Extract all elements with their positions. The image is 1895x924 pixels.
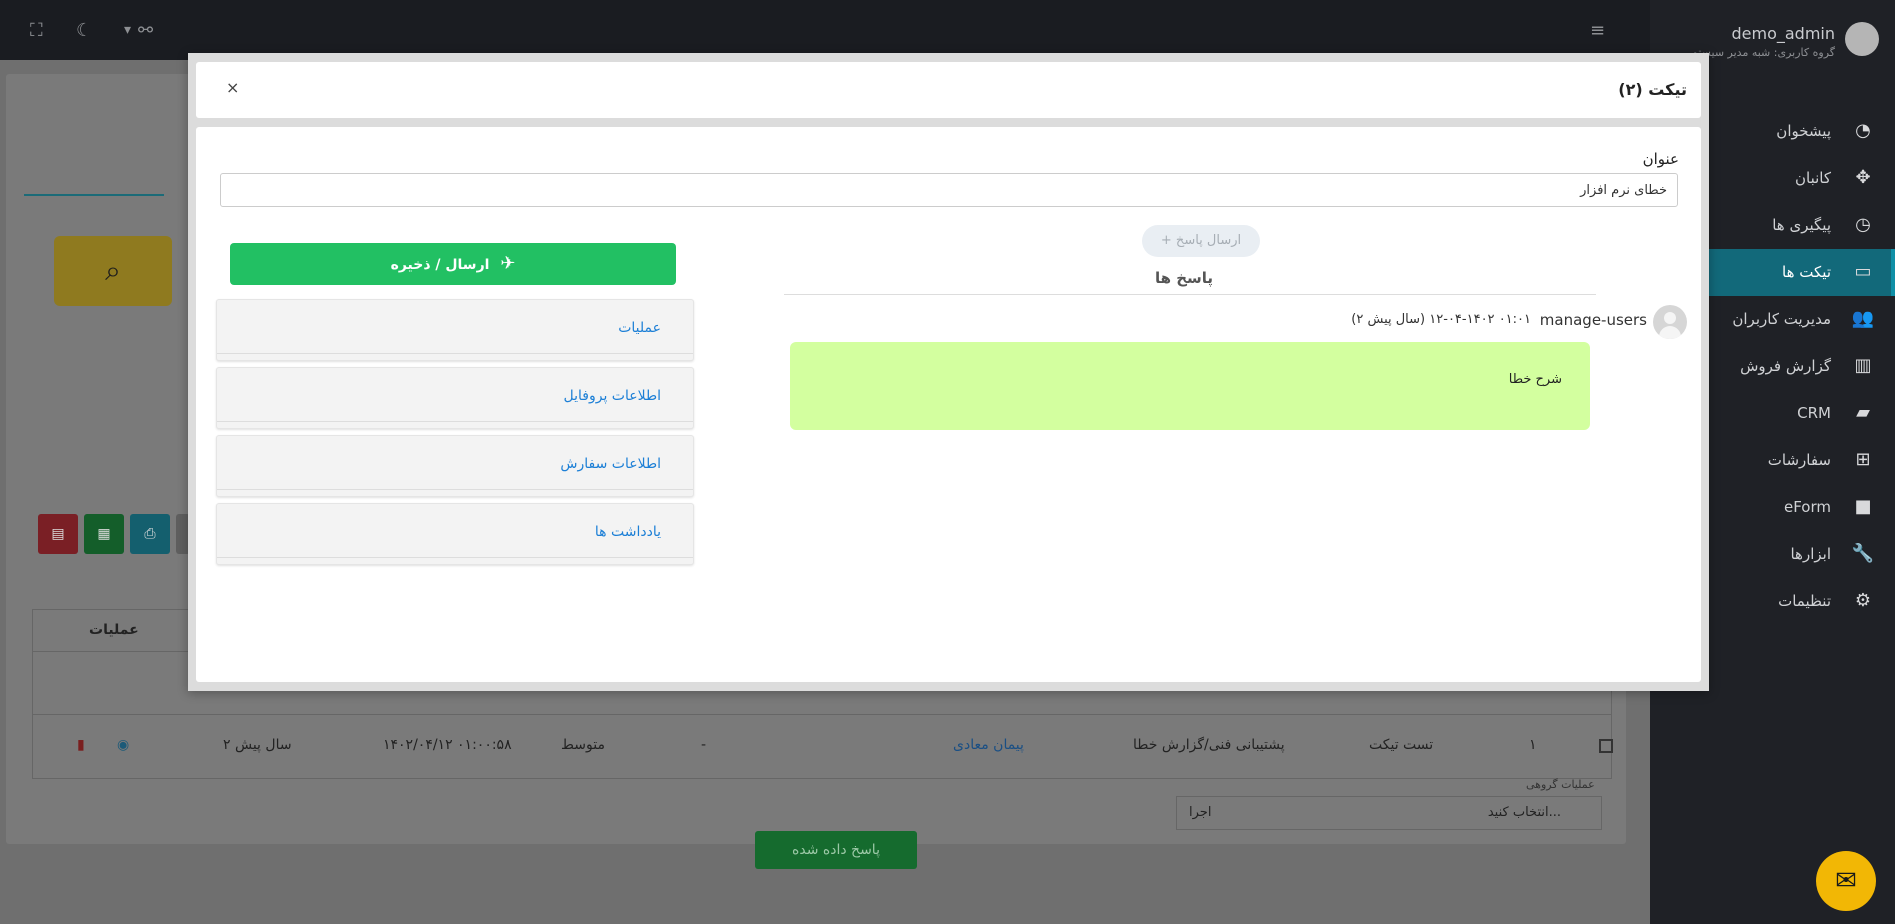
reply-message: شرح خطا xyxy=(790,342,1590,430)
group-ops-select[interactable]: انتخاب کنید... اجرا xyxy=(1176,796,1602,830)
user-group: گروه کاربری: شبه مدیر سیستم xyxy=(1691,46,1835,59)
profile-panel[interactable]: اطلاعات پروفایل xyxy=(216,367,694,429)
row-index: ۱ xyxy=(1529,737,1537,753)
operations-panel[interactable]: عملیات xyxy=(216,299,694,361)
sidebar-item-label: تیکت ها xyxy=(1782,263,1831,281)
link-icon[interactable]: ⚯ xyxy=(138,20,153,41)
row-user[interactable]: پیمان معادی xyxy=(953,737,1024,753)
folder-icon: ■ xyxy=(1854,496,1872,517)
panel-divider xyxy=(217,489,693,490)
sidebar-item-label: کانبان xyxy=(1795,169,1831,187)
chat-icon: ✉ xyxy=(1835,866,1857,896)
reply-date: (سال پیش ۲) ۰۱:۰۱ ۱۴۰۲-۰۴-۱۲ xyxy=(1351,312,1531,327)
subject-input[interactable] xyxy=(220,173,1678,207)
panel-divider xyxy=(217,421,693,422)
order-panel[interactable]: اطلاعات سفارش xyxy=(216,435,694,497)
wrench-icon: 🔧 xyxy=(1851,543,1875,564)
profile-panel-title[interactable]: اطلاعات پروفایل xyxy=(564,388,661,404)
panel-divider xyxy=(217,353,693,354)
reply-author: manage-users xyxy=(1539,311,1647,329)
modal-body: عنوان ارسال / ذخیره ✈ + ارسال پاسخ پاسخ … xyxy=(196,127,1701,682)
row-datetime: ۱۴۰۲/۰۴/۱۲ ۰۱:۰۰:۵۸ xyxy=(383,737,512,753)
chevron-down-icon[interactable]: ▾ xyxy=(124,22,131,38)
print-button[interactable]: ⎙ xyxy=(130,514,170,554)
group-ops-label: عملیات گروهی xyxy=(1526,778,1595,791)
ops-header: عملیات xyxy=(89,622,139,638)
tab-underline xyxy=(24,194,164,196)
row-department: پشتیبانی فنی/گزارش خطا xyxy=(1133,737,1285,753)
replies-divider xyxy=(784,294,1596,295)
moon-icon[interactable]: ☾ xyxy=(76,20,92,41)
replies-title: پاسخ ها xyxy=(1154,269,1214,287)
notes-panel-title[interactable]: یادداشت ها xyxy=(595,524,661,540)
paper-plane-icon: ✈ xyxy=(500,253,516,274)
row-dash: - xyxy=(701,737,707,753)
order-panel-title[interactable]: اطلاعات سفارش xyxy=(560,456,661,472)
panel-divider xyxy=(217,557,693,558)
csv-export-button[interactable]: ▤ xyxy=(38,514,78,554)
fullscreen-icon[interactable]: ⛶ xyxy=(30,20,43,41)
sidebar-item-label: eForm xyxy=(1783,498,1831,516)
subject-label: عنوان xyxy=(1642,150,1679,168)
send-button-label: ارسال / ذخیره xyxy=(390,257,490,273)
folder-open-icon: ▰ xyxy=(1856,402,1870,423)
row-title: تست تیکت xyxy=(1369,737,1434,753)
sidebar-item-label: پیشخوان xyxy=(1776,122,1831,140)
top-bar: ⛶ ☾ ▾ ⚯ ≡ xyxy=(0,0,1650,60)
clock-icon: ◷ xyxy=(1855,214,1871,235)
sidebar-item-label: تنظیمات xyxy=(1778,592,1831,610)
kanban-icon: ✥ xyxy=(1855,167,1871,188)
dashboard-icon: ◔ xyxy=(1855,120,1871,141)
notes-panel[interactable]: یادداشت ها xyxy=(216,503,694,565)
reply-message-text: شرح خطا xyxy=(1508,372,1562,387)
ticket-icon: ▭ xyxy=(1854,261,1872,282)
row-checkbox[interactable] xyxy=(1599,739,1613,753)
users-icon: 👥 xyxy=(1851,308,1875,329)
excel-export-button[interactable]: ▦ xyxy=(84,514,124,554)
table-row[interactable]: ۱ تست تیکت پشتیبانی فنی/گزارش خطا پیمان … xyxy=(33,714,1613,869)
row-priority: متوسط xyxy=(561,737,605,753)
hamburger-icon[interactable]: ≡ xyxy=(1590,20,1605,41)
sidebar-item-label: مدیریت کاربران xyxy=(1732,310,1831,328)
modal-header: تیکت (۲) × xyxy=(196,62,1701,118)
row-age: ۲ سال پیش xyxy=(223,737,292,753)
operations-panel-title[interactable]: عملیات xyxy=(618,320,661,336)
user-name: demo_admin xyxy=(1731,24,1835,43)
sidebar-item-label: سفارشات xyxy=(1767,451,1831,469)
reply-avatar xyxy=(1653,305,1687,339)
gear-icon: ⚙ xyxy=(1854,590,1872,611)
group-ops-select-value: انتخاب کنید... xyxy=(1487,805,1561,820)
chart-icon: ▥ xyxy=(1854,355,1872,376)
close-icon[interactable]: × xyxy=(226,78,239,97)
modal-title: تیکت (۲) xyxy=(1618,80,1687,99)
sidebar-item-label: گزارش فروش xyxy=(1740,357,1831,375)
sidebar-item-label: پیگیری ها xyxy=(1772,216,1831,234)
trash-icon[interactable]: ▮ xyxy=(77,737,85,753)
status-badge[interactable]: پاسخ داده شده xyxy=(755,831,917,869)
search-button[interactable]: ⌕ xyxy=(54,236,172,306)
run-button[interactable]: اجرا xyxy=(1189,805,1211,820)
sidebar-item-label: ابزارها xyxy=(1790,545,1831,563)
avatar xyxy=(1845,22,1879,56)
search-icon: ⌕ xyxy=(105,254,121,287)
send-save-button[interactable]: ارسال / ذخیره ✈ xyxy=(230,243,676,285)
chat-button[interactable]: ✉ xyxy=(1816,851,1876,911)
eye-icon[interactable]: ◉ xyxy=(117,737,129,753)
sidebar-item-label: CRM xyxy=(1797,404,1831,422)
ticket-modal: تیکت (۲) × عنوان ارسال / ذخیره ✈ + ارسال… xyxy=(188,53,1709,691)
basket-icon: ⊞ xyxy=(1855,449,1871,470)
send-reply-button[interactable]: + ارسال پاسخ xyxy=(1142,225,1260,257)
